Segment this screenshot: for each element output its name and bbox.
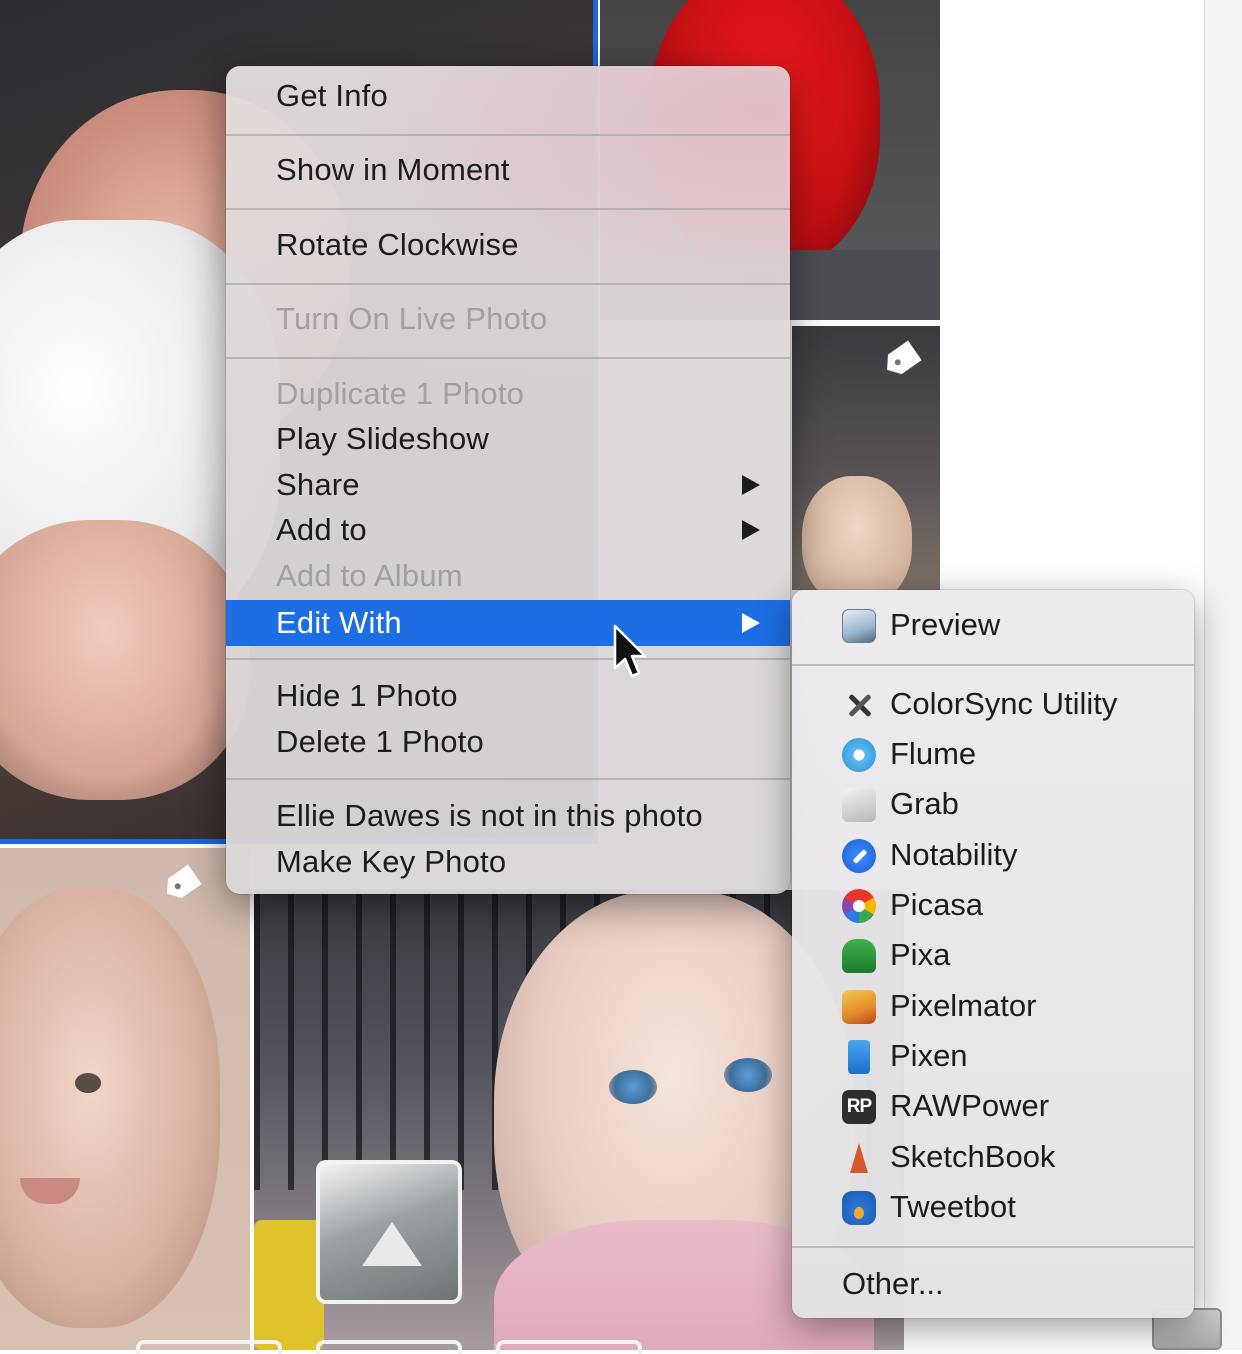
photo-thumbnail[interactable] xyxy=(316,1340,462,1354)
menu-item-label: Add to xyxy=(276,512,367,547)
submenu-item-picasa[interactable]: Picasa xyxy=(792,880,1194,930)
menu-separator xyxy=(226,357,790,359)
menu-item-edit-with[interactable]: Edit With xyxy=(226,600,790,646)
photo-content xyxy=(724,1058,772,1092)
menu-item-turn-on-live-photo: Turn On Live Photo xyxy=(276,301,548,336)
submenu-arrow-icon xyxy=(742,520,760,540)
preview-icon xyxy=(842,609,876,643)
photo-thumbnail[interactable] xyxy=(0,848,250,1350)
submenu-item-label: Pixelmator xyxy=(890,988,1037,1023)
submenu-item-label: Preview xyxy=(890,607,1001,642)
flume-icon xyxy=(842,738,876,772)
menu-separator xyxy=(226,208,790,210)
video-play-thumbnail[interactable] xyxy=(316,1160,462,1304)
grab-icon xyxy=(842,788,876,822)
mouse-pointer-icon xyxy=(613,624,647,678)
menu-item-play-slideshow[interactable]: Play Slideshow xyxy=(226,417,790,461)
submenu-arrow-icon xyxy=(742,613,760,633)
submenu-item-rawpower[interactable]: RP RAWPower xyxy=(792,1081,1194,1131)
menu-item-duplicate-photo: Duplicate 1 Photo xyxy=(276,376,525,411)
menu-item-get-info[interactable]: Get Info xyxy=(226,74,790,118)
menu-separator xyxy=(792,664,1194,666)
menu-separator xyxy=(792,1246,1194,1248)
photo-content xyxy=(254,1220,324,1350)
context-menu: Get Info Show in Moment Rotate Clockwise… xyxy=(226,66,790,894)
photo-content xyxy=(802,476,912,590)
submenu-item-label: Flume xyxy=(890,736,977,771)
submenu-item-colorsync-utility[interactable]: ColorSync Utility xyxy=(792,679,1194,729)
menu-item-share[interactable]: Share xyxy=(226,463,790,507)
menu-separator xyxy=(226,778,790,780)
photo-content xyxy=(0,888,220,1328)
submenu-item-other[interactable]: Other... xyxy=(792,1259,1194,1309)
submenu-item-preview[interactable]: Preview xyxy=(792,600,1194,650)
submenu-item-label: Pixa xyxy=(890,937,951,972)
submenu-arrow-icon xyxy=(742,475,760,495)
pixa-icon xyxy=(842,939,876,973)
menu-item-make-key-photo[interactable]: Make Key Photo xyxy=(226,840,790,884)
tweetbot-icon xyxy=(842,1191,876,1225)
colorsync-utility-icon xyxy=(842,688,876,722)
menu-item-rotate-clockwise[interactable]: Rotate Clockwise xyxy=(226,223,790,267)
picasa-icon xyxy=(842,889,876,923)
submenu-item-label: ColorSync Utility xyxy=(890,686,1118,721)
menu-separator xyxy=(226,658,790,660)
menu-item-hide-photo[interactable]: Hide 1 Photo xyxy=(226,674,790,718)
menu-item-label: Share xyxy=(276,467,360,502)
submenu-item-sketchbook[interactable]: SketchBook xyxy=(792,1132,1194,1182)
menu-item-not-in-photo[interactable]: Ellie Dawes is not in this photo xyxy=(226,794,790,838)
menu-item-add-to-album: Add to Album xyxy=(276,558,463,593)
menu-item-delete-photo[interactable]: Delete 1 Photo xyxy=(226,720,790,764)
scrollbar-track[interactable] xyxy=(1204,0,1242,1350)
photo-thumbnail[interactable] xyxy=(496,1340,642,1354)
submenu-item-label: SketchBook xyxy=(890,1139,1056,1174)
notability-icon xyxy=(842,839,876,873)
submenu-item-label: RAWPower xyxy=(890,1088,1050,1123)
menu-separator xyxy=(226,283,790,285)
submenu-item-pixa[interactable]: Pixa xyxy=(792,930,1194,980)
submenu-item-label: Pixen xyxy=(890,1038,968,1073)
pixelmator-icon xyxy=(842,990,876,1024)
submenu-item-pixelmator[interactable]: Pixelmator xyxy=(792,981,1194,1031)
photo-thumbnail[interactable] xyxy=(136,1340,282,1354)
photo-thumbnail[interactable] xyxy=(792,326,940,590)
menu-separator xyxy=(226,134,790,136)
submenu-item-pixen[interactable]: Pixen xyxy=(792,1031,1194,1081)
submenu-item-tweetbot[interactable]: Tweetbot xyxy=(792,1182,1194,1232)
play-icon xyxy=(362,1222,422,1266)
empty-grid-area xyxy=(940,0,1204,590)
menu-item-add-to[interactable]: Add to xyxy=(226,508,790,552)
rawpower-icon: RP xyxy=(842,1090,876,1124)
submenu-item-notability[interactable]: Notability xyxy=(792,830,1194,880)
photo-content xyxy=(75,1073,101,1093)
submenu-item-label: Notability xyxy=(890,837,1018,872)
menu-item-label: Edit With xyxy=(276,605,402,640)
sketchbook-icon xyxy=(842,1141,876,1175)
edit-with-submenu: Preview ColorSync Utility Flume Grab Not… xyxy=(792,590,1194,1318)
submenu-item-label: Grab xyxy=(890,786,959,821)
photo-content xyxy=(609,1070,657,1104)
submenu-item-flume[interactable]: Flume xyxy=(792,729,1194,779)
pixen-icon xyxy=(848,1040,870,1074)
submenu-item-label: Picasa xyxy=(890,887,984,922)
submenu-item-grab[interactable]: Grab xyxy=(792,779,1194,829)
menu-item-show-in-moment[interactable]: Show in Moment xyxy=(226,148,790,192)
submenu-item-label: Tweetbot xyxy=(890,1189,1016,1224)
